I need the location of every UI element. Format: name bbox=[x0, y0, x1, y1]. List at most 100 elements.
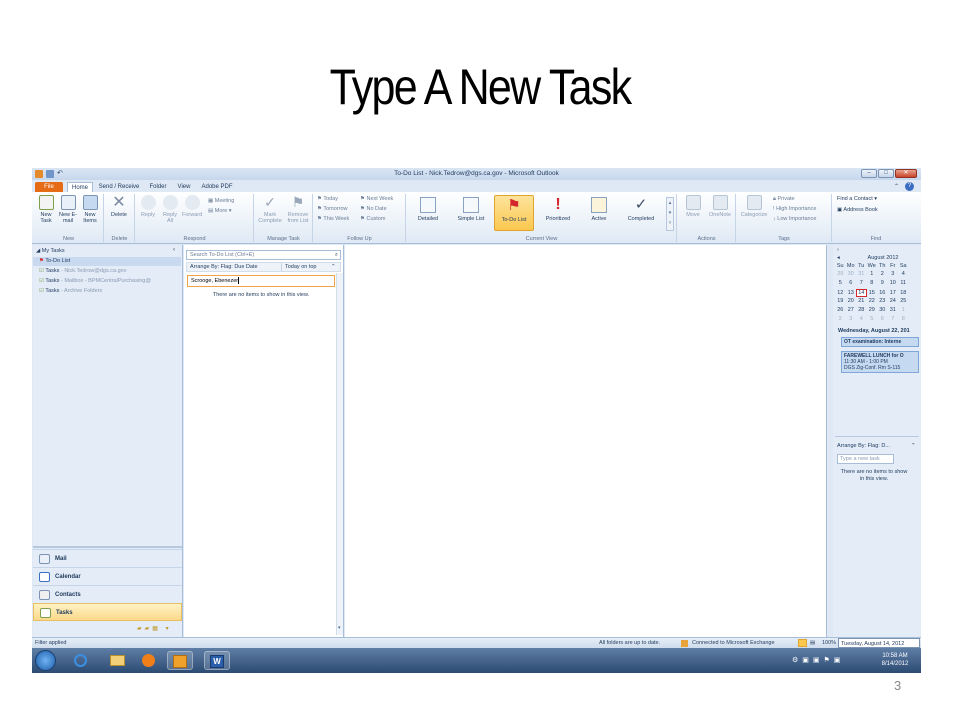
new-items-button[interactable]: New Items bbox=[80, 195, 100, 224]
mark-complete-button[interactable]: ✓ Mark Complete bbox=[257, 195, 283, 225]
calendar-day[interactable]: 24 bbox=[888, 298, 899, 304]
calendar-day[interactable]: 5 bbox=[835, 280, 846, 286]
calendar-day[interactable]: 3 bbox=[846, 316, 857, 322]
flag-custom-button[interactable]: ⚑ Custom bbox=[360, 216, 385, 223]
close-button[interactable]: ✕ bbox=[895, 169, 917, 178]
calendar-day[interactable]: 4 bbox=[856, 316, 867, 322]
calendar-day[interactable]: 22 bbox=[867, 298, 878, 304]
reply-all-button[interactable]: Reply All bbox=[160, 195, 180, 224]
arrange-by-header[interactable]: Arrange By: Flag: Due Date Today on top ⌃ bbox=[186, 262, 341, 272]
calendar-day[interactable]: 31 bbox=[856, 271, 867, 277]
sort-order-label[interactable]: Today on top bbox=[281, 263, 317, 271]
view-detailed-button[interactable]: Detailed bbox=[411, 195, 445, 231]
view-active-button[interactable]: Active bbox=[583, 195, 615, 231]
file-explorer-icon[interactable] bbox=[104, 651, 130, 670]
calendar-day[interactable]: 14 bbox=[856, 289, 867, 297]
list-scrollbar[interactable]: ▾ bbox=[336, 273, 343, 635]
reading-view-icon[interactable]: ▤ bbox=[810, 638, 815, 648]
low-importance-button[interactable]: ↓ Low Importance bbox=[773, 216, 816, 223]
calendar-day[interactable]: 1 bbox=[867, 271, 878, 277]
module-contacts[interactable]: Contacts bbox=[33, 585, 182, 603]
normal-view-icon[interactable] bbox=[798, 639, 807, 647]
appointment-1[interactable]: OT examination: Interne bbox=[841, 337, 919, 347]
tab-home[interactable]: Home bbox=[67, 182, 93, 192]
calendar-day[interactable]: 30 bbox=[846, 271, 857, 277]
expand-todo-icon[interactable]: › bbox=[837, 247, 839, 253]
splitter[interactable] bbox=[33, 546, 182, 548]
task-sort-icon[interactable]: ⌃ bbox=[911, 443, 916, 449]
view-completed-button[interactable]: ✓ Completed bbox=[621, 195, 661, 231]
todo-splitter[interactable] bbox=[835, 436, 919, 437]
more-button[interactable]: ▤ More ▾ bbox=[208, 208, 232, 215]
view-gallery-scroll[interactable]: ▴ ▾ ▿ bbox=[666, 197, 674, 231]
nav-item-todo-list[interactable]: ⚑ To-Do List bbox=[33, 257, 181, 266]
calendar-day[interactable]: 2 bbox=[877, 271, 888, 277]
media-player-icon[interactable] bbox=[135, 651, 161, 670]
calendar-day[interactable]: 15 bbox=[867, 290, 878, 296]
view-prioritized-button[interactable]: ! Prioritized bbox=[538, 195, 578, 231]
tab-adobe-pdf[interactable]: Adobe PDF bbox=[198, 182, 236, 192]
taskbar-clock[interactable]: 10:58 AM 8/14/2012 bbox=[871, 652, 919, 668]
nav-item-tasks-purchasing[interactable]: ☑ Tasks - Mailbox - BPMCentralPurchasing… bbox=[39, 277, 151, 286]
calendar-day[interactable]: 19 bbox=[835, 298, 846, 304]
tab-folder[interactable]: Folder bbox=[145, 182, 171, 192]
calendar-day[interactable]: 29 bbox=[867, 307, 878, 313]
search-icon[interactable]: ⌕ bbox=[335, 251, 338, 259]
calendar-day[interactable]: 17 bbox=[888, 290, 899, 296]
prev-month-icon[interactable]: ◂ bbox=[837, 255, 840, 261]
calendar-day[interactable]: 2 bbox=[835, 316, 846, 322]
nav-item-tasks-archive[interactable]: ☑ Tasks - Archive Folders bbox=[39, 287, 102, 296]
calendar-day[interactable]: 23 bbox=[877, 298, 888, 304]
system-tray-icons[interactable]: ⚙▣▣⚑▣ bbox=[792, 656, 844, 664]
view-todo-list-button[interactable]: ⚑ To-Do List bbox=[494, 195, 534, 231]
calendar-day[interactable]: 8 bbox=[867, 280, 878, 286]
high-importance-button[interactable]: ! High Importance bbox=[773, 206, 816, 213]
calendar-day[interactable]: 7 bbox=[888, 316, 899, 322]
search-input[interactable]: Search To-Do List (Ctrl+E) ⌕ bbox=[186, 250, 341, 260]
calendar-day[interactable]: 7 bbox=[856, 280, 867, 286]
calendar-day[interactable]: 3 bbox=[888, 271, 899, 277]
word-taskbar-icon[interactable]: W bbox=[204, 651, 230, 670]
help-icon[interactable]: ? bbox=[905, 182, 914, 191]
tab-send-receive[interactable]: Send / Receive bbox=[96, 182, 142, 192]
nav-item-tasks-mailbox[interactable]: ☑ Tasks - Nick.Tedrow@dgs.ca.gov bbox=[39, 267, 126, 276]
type-new-task-input[interactable]: Type a new task bbox=[837, 454, 894, 464]
calendar-day[interactable]: 28 bbox=[856, 307, 867, 313]
calendar-day[interactable]: 8 bbox=[898, 316, 909, 322]
calendar-day[interactable]: 20 bbox=[846, 298, 857, 304]
calendar-day[interactable]: 6 bbox=[877, 316, 888, 322]
nav-shortcut-icons[interactable]: ▰▰▦ ▾ bbox=[137, 625, 172, 632]
move-button[interactable]: Move bbox=[681, 195, 705, 218]
private-button[interactable]: 🔒︎ Private bbox=[773, 196, 795, 203]
calendar-day[interactable]: 29 bbox=[835, 271, 846, 277]
calendar-day[interactable]: 31 bbox=[888, 307, 899, 313]
calendar-day[interactable]: 6 bbox=[846, 280, 857, 286]
maximize-button[interactable]: □ bbox=[878, 169, 894, 178]
tab-file[interactable]: File bbox=[35, 182, 63, 192]
collapse-nav-icon[interactable]: ‹ bbox=[173, 247, 175, 253]
new-task-input[interactable]: Scrooge, Ebenezer bbox=[187, 275, 335, 287]
calendar-day[interactable]: 27 bbox=[846, 307, 857, 313]
appointment-2[interactable]: FAREWELL LUNCH for O 11:30 AM - 1:00 PM DG… bbox=[841, 351, 919, 373]
calendar-day[interactable]: 1 bbox=[898, 307, 909, 313]
flag-next-week-button[interactable]: ⚑ Next Week bbox=[360, 196, 393, 203]
module-calendar[interactable]: Calendar bbox=[33, 567, 182, 585]
find-contact-box[interactable]: Find a Contact ▾ bbox=[837, 196, 877, 203]
tab-view[interactable]: View bbox=[173, 182, 195, 192]
calendar-day[interactable]: 13 bbox=[846, 290, 857, 296]
delete-button[interactable]: ✕ Delete bbox=[109, 195, 129, 219]
flag-today-button[interactable]: ⚑ Today bbox=[317, 196, 338, 203]
minimize-button[interactable]: – bbox=[861, 169, 877, 178]
remove-from-list-button[interactable]: ⚑ Remove from List bbox=[285, 195, 311, 225]
scroll-down-icon[interactable]: ▾ bbox=[338, 625, 341, 631]
calendar-day[interactable]: 10 bbox=[888, 280, 899, 286]
reply-button[interactable]: Reply bbox=[138, 195, 158, 218]
calendar-day[interactable]: 5 bbox=[867, 316, 878, 322]
calendar-day[interactable]: 25 bbox=[898, 298, 909, 304]
onenote-button[interactable]: OneNote bbox=[707, 195, 733, 218]
calendar-day[interactable]: 26 bbox=[835, 307, 846, 313]
flag-this-week-button[interactable]: ⚑ This Week bbox=[317, 216, 349, 223]
calendar-day[interactable]: 4 bbox=[898, 271, 909, 277]
meeting-button[interactable]: ▦ Meeting bbox=[208, 198, 234, 205]
calendar-day[interactable]: 18 bbox=[898, 290, 909, 296]
